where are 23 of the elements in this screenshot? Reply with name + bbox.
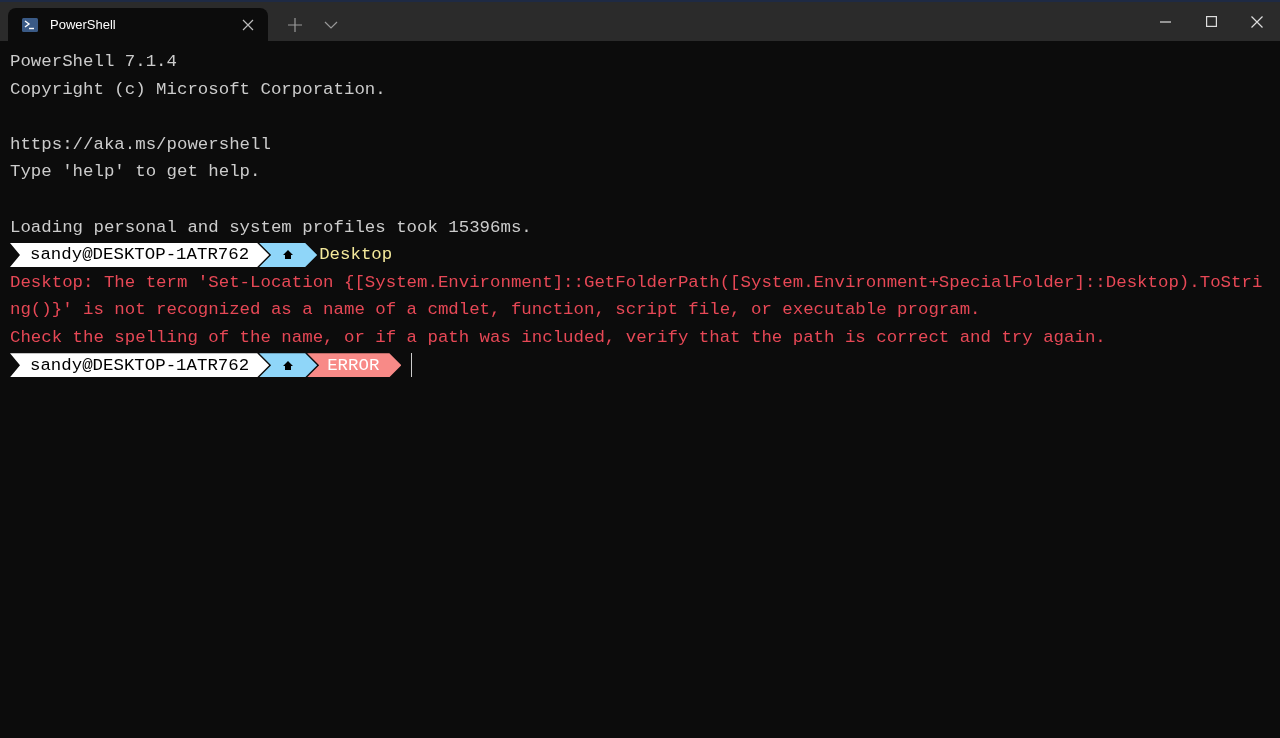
prompt-path-text: Desktop (319, 244, 393, 267)
output-line: https://aka.ms/powershell (10, 133, 271, 156)
close-icon (1251, 15, 1263, 28)
prompt-user-segment: sandy@DESKTOP-1ATR762 (10, 353, 270, 378)
output-line: PowerShell 7.1.4 (10, 51, 177, 73)
prompt-error-segment: ERROR (307, 353, 402, 378)
error-line: Desktop: The term 'Set-Location {[System.Environment]::GetFolderPath([System.Environment+SpecialFolder]::Desktop).ToStri (10, 271, 1263, 294)
close-icon[interactable] (242, 18, 254, 31)
output-line: Type 'help' to get help. (10, 161, 261, 184)
error-line: ng()}' is not recognized as a name of a cmdlet, function, script file, or executable program. (10, 299, 981, 322)
tab[interactable]: PowerShell (8, 8, 268, 41)
home-icon (283, 360, 294, 370)
dropdown-chevron-icon[interactable] (324, 20, 338, 29)
prompt-user-segment: sandy@DESKTOP-1ATR762 (10, 242, 270, 267)
home-icon (283, 250, 294, 260)
minimize-icon (1159, 20, 1171, 23)
output-line: Loading personal and system profiles took 15396ms. (10, 216, 532, 239)
error-line: Check the spelling of the name, or if a path was included, verify that the path is correct and try again. (10, 326, 1106, 349)
maximize-icon (1205, 16, 1217, 27)
terminal-prompt-icon (22, 17, 38, 32)
output-line: Copyright (c) Microsoft Corporation. (10, 78, 386, 101)
tab-title: PowerShell (50, 15, 117, 34)
new-tab-icon[interactable] (288, 17, 302, 32)
